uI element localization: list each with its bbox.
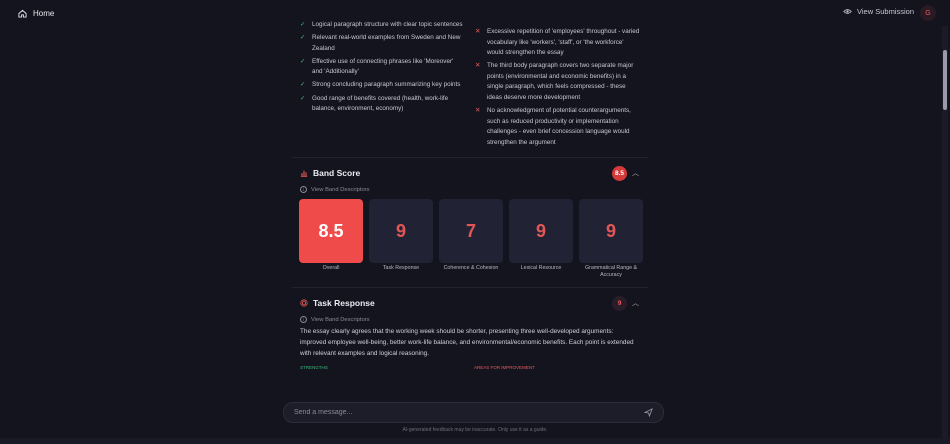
view-submission-button[interactable]: View Submission — [843, 7, 914, 16]
chevron-up-icon[interactable]: ︿ — [632, 168, 640, 178]
info-icon: i — [300, 316, 307, 324]
score-tile-task-response[interactable]: 9 Task Response — [369, 199, 433, 279]
list-item: ✕ No acknowledgment of potential countera… — [475, 106, 640, 148]
eye-icon — [843, 9, 852, 14]
home-link[interactable]: Home — [18, 9, 54, 18]
score-tile-label: Task Response — [382, 265, 420, 272]
check-icon: ✓ — [300, 57, 306, 65]
score-tile-label: Overall — [322, 265, 340, 272]
view-band-descriptors-link[interactable]: i View Band Descriptors — [292, 182, 648, 197]
task-response-title: Task Response — [313, 298, 375, 309]
score-tile-label: Lexical Resource — [520, 265, 562, 272]
avatar[interactable]: G — [920, 5, 936, 21]
home-label: Home — [33, 8, 55, 18]
score-tile-value: 9 — [369, 199, 433, 264]
bar-chart-icon — [300, 170, 308, 177]
band-score-header[interactable]: Band Score 8.5 ︿ — [292, 164, 648, 182]
check-icon: ✓ — [300, 34, 306, 42]
score-tile-value: 8.5 — [299, 199, 363, 264]
send-icon[interactable] — [644, 408, 653, 417]
check-icon: ✓ — [300, 21, 306, 28]
score-tile-label: Grammatical Range & Accuracy — [584, 265, 638, 279]
view-band-descriptors-link[interactable]: i View Band Descriptors — [292, 312, 648, 327]
check-icon: ✓ — [300, 81, 306, 89]
divider — [292, 157, 648, 159]
scrollbar-thumb[interactable] — [943, 50, 947, 110]
message-input[interactable] — [294, 409, 644, 416]
cross-icon: ✕ — [475, 28, 481, 35]
list-item: ✓ Strong concluding paragraph summarizing… — [300, 80, 465, 91]
task-response-header[interactable]: Task Response 9 ︿ — [292, 294, 648, 312]
list-item: ✓ Logical paragraph structure with clear … — [300, 20, 465, 31]
score-tile-overall[interactable]: 8.5 Overall — [299, 199, 363, 279]
target-icon — [300, 299, 308, 307]
score-tile-value: 9 — [509, 199, 573, 264]
band-score-badge: 8.5 — [612, 165, 627, 181]
feedback-columns: ✓ Logical paragraph structure with clear … — [292, 14, 648, 151]
bottom-strip — [0, 438, 950, 444]
list-item: ✓ Relevant real-world examples from Swede… — [300, 33, 465, 54]
check-icon: ✓ — [300, 94, 306, 102]
score-tile-lexical[interactable]: 9 Lexical Resource — [509, 199, 573, 279]
home-icon — [18, 9, 27, 18]
task-response-badge: 9 — [612, 295, 627, 311]
list-item: ✕ Excessive repetition of 'employees' thr… — [475, 27, 640, 59]
scrollbar[interactable] — [942, 26, 948, 444]
message-bar — [283, 402, 664, 423]
band-score-title: Band Score — [313, 168, 361, 179]
divider — [292, 287, 648, 289]
score-tile-value: 7 — [439, 199, 503, 264]
cross-icon: ✕ — [475, 107, 481, 115]
cross-icon: ✕ — [475, 62, 481, 70]
strengths-list: ✓ Logical paragraph structure with clear … — [300, 20, 465, 151]
score-tile-grammar[interactable]: 9 Grammatical Range & Accuracy — [579, 199, 643, 279]
task-response-text: The essay clearly agrees that the workin… — [300, 328, 634, 357]
strengths-heading: STRENGTHS — [300, 365, 328, 371]
disclaimer: AI-generated feedback may be inaccurate.… — [402, 427, 548, 433]
score-tile-coherence[interactable]: 7 Coherence & Cohesion — [439, 199, 503, 279]
view-submission-label: View Submission — [857, 7, 914, 16]
list-item: ✓ Effective use of connecting phrases lik… — [300, 57, 465, 78]
score-tile-label: Coherence & Cohesion — [443, 265, 499, 272]
task-response-subheadings: STRENGTHS AREAS FOR IMPROVEMENT — [292, 359, 648, 370]
feedback-content: ✓ Logical paragraph structure with clear … — [292, 14, 648, 370]
score-tile-value: 9 — [579, 199, 643, 264]
score-tiles: 8.5 Overall 9 Task Response 7 Coherence … — [292, 197, 648, 279]
list-item: ✓ Good range of benefits covered (health,… — [300, 94, 465, 115]
weaknesses-list: ✕ Excessive repetition of 'employees' thr… — [475, 20, 640, 151]
info-icon: i — [300, 186, 307, 194]
improvements-heading: AREAS FOR IMPROVEMENT — [474, 365, 535, 371]
list-item: ✕ The third body paragraph covers two sep… — [475, 61, 640, 103]
chevron-up-icon[interactable]: ︿ — [632, 298, 640, 308]
